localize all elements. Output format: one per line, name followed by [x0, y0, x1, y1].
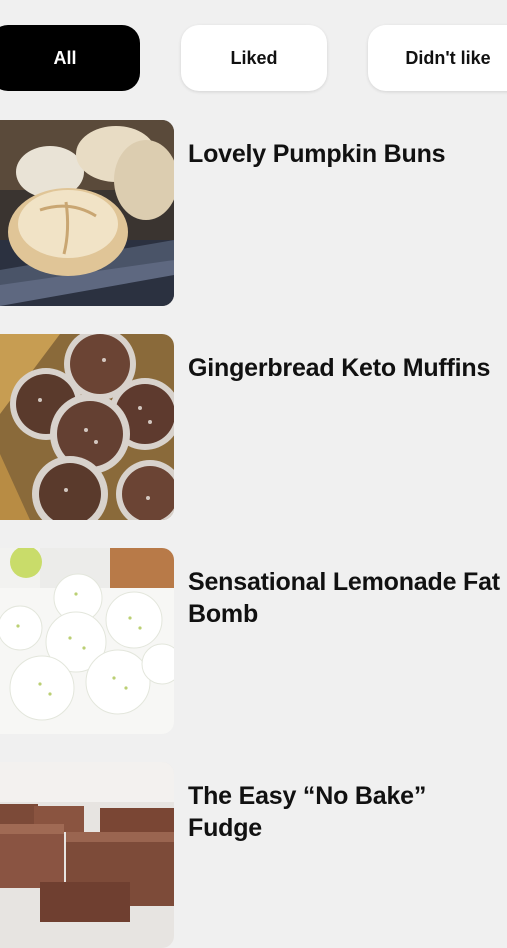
recipe-card[interactable]: Gingerbread Keto Muffins [0, 334, 507, 520]
no-bake-fudge-photo [0, 762, 174, 948]
filter-disliked-label: Didn't like [405, 47, 491, 68]
recipe-title: Lovely Pumpkin Buns [188, 140, 446, 168]
recipe-card[interactable]: The Easy “No Bake” Fudge [0, 762, 507, 948]
recipe-card[interactable]: Sensational Lemonade Fat Bomb [0, 548, 507, 734]
recipe-title: Gingerbread Keto Muffins [188, 354, 491, 382]
filter-liked-chip[interactable]: Liked [181, 25, 327, 91]
filter-disliked-chip[interactable]: Didn't like [368, 25, 507, 91]
filter-bar: All Liked Didn't like [0, 0, 507, 110]
recipe-card[interactable]: Lovely Pumpkin Buns [0, 120, 507, 306]
filter-liked-label: Liked [230, 47, 278, 68]
filter-all-label: All [53, 47, 77, 68]
gingerbread-muffins-photo [0, 334, 174, 520]
recipe-title: The Easy “No Bake” Fudge [188, 782, 427, 842]
filter-all-chip[interactable]: All [0, 25, 140, 91]
lemonade-fat-bomb-photo [0, 548, 174, 734]
recipe-title: Sensational Lemonade Fat Bomb [188, 568, 500, 628]
pumpkin-buns-photo [0, 120, 174, 306]
